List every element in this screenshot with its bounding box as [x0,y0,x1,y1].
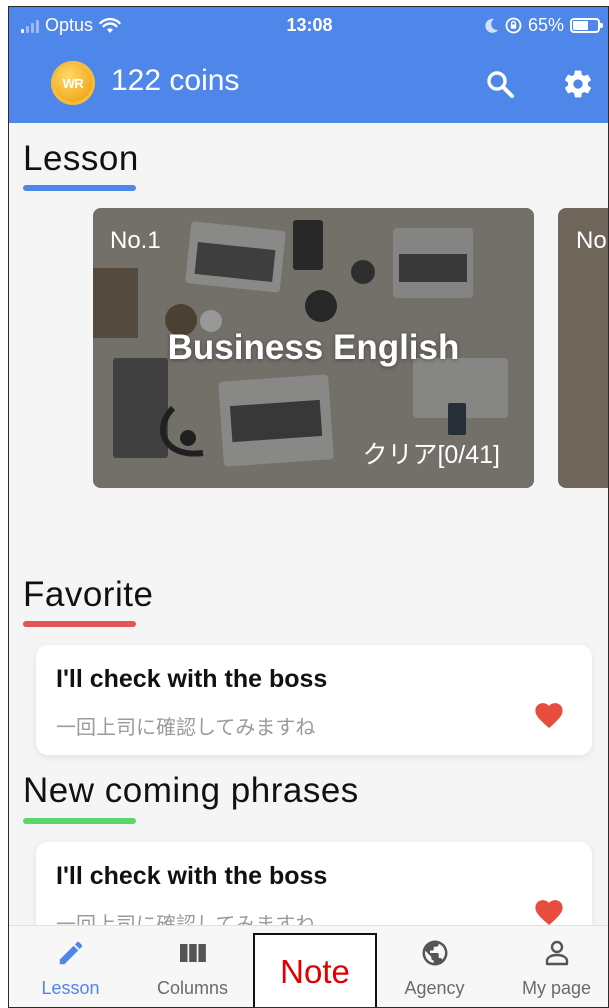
phone-screen: Optus 13:08 65% WR 122 coins Lesson No.1… [8,6,609,1008]
person-icon [545,940,568,966]
new-phrases-underline [23,818,136,824]
gear-icon [565,70,591,98]
lesson-card-title: Business English [167,328,460,367]
globe-icon [422,940,447,966]
lesson-underline [23,185,136,191]
battery-icon [570,18,603,33]
favorite-phrase-card[interactable]: I'll check with the boss 一回上司に確認してみますね [36,645,592,755]
coin-icon: WR [51,61,95,105]
tab-agency[interactable]: Agency [387,926,482,1007]
rotation-lock-icon [505,17,522,34]
favorite-underline [23,621,136,627]
tab-my-page[interactable]: My page [509,926,604,1007]
bottom-nav: Lesson Columns Note Agency My page [9,925,608,1007]
search-icon [487,71,514,98]
note-overlay[interactable]: Note [253,933,377,1007]
tab-agency-label: Agency [404,978,465,998]
moon-icon [485,18,498,33]
battery-percent: 65% [527,15,564,35]
lesson-section-title: Lesson [23,139,139,178]
tab-columns[interactable]: Columns [145,926,240,1007]
pencil-icon [59,941,82,965]
phrase-english: I'll check with the boss [56,862,328,890]
columns-icon [179,944,206,962]
tab-columns-label: Columns [156,978,229,998]
note-overlay-label: Note [280,952,350,990]
new-phrases-section-title: New coming phrases [23,771,359,810]
phrase-english: I'll check with the boss [56,665,328,693]
lesson-card-progress: クリア[0/41] [362,441,500,469]
phrase-japanese: 一回上司に確認してみますね [56,717,316,739]
lesson-card[interactable]: No.1 Business English クリア[0/41] [93,208,534,488]
status-right: 65% [485,15,603,36]
status-bar: Optus 13:08 65% [9,7,608,45]
coin-count: 122 coins [111,64,240,97]
heart-icon[interactable] [532,699,566,729]
search-button[interactable] [483,67,517,101]
lesson-card-number: No.1 [110,227,161,254]
tab-my-page-label: My page [521,978,592,998]
heart-icon[interactable] [532,896,566,926]
lesson-card-next[interactable]: No [558,208,608,488]
favorite-section-title: Favorite [23,575,154,614]
coin-badge-text: WR [62,75,84,91]
settings-button[interactable] [561,67,595,101]
lesson-card-next-number: No [576,227,607,254]
tab-lesson[interactable]: Lesson [23,926,118,1007]
tab-lesson-label: Lesson [41,978,100,998]
app-bar: WR 122 coins [9,45,608,123]
